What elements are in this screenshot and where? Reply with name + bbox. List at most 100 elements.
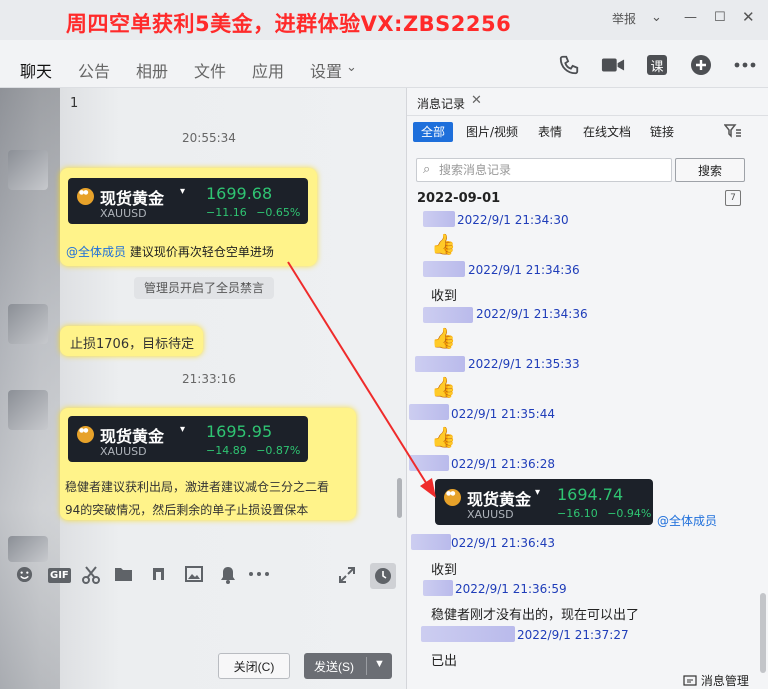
chevron-down-icon[interactable]: ⌄ [346, 60, 357, 75]
more-icon[interactable] [732, 52, 758, 78]
phone-icon[interactable] [556, 52, 582, 78]
report-button[interactable]: 举报 [612, 10, 636, 27]
sender-name-blurred [415, 356, 465, 372]
thumbs-up-icon: 👍 [431, 232, 456, 256]
gold-quote-card[interactable]: 现货黄金 ▾ XAUUSD 1694.74 −16.10 −0.94% [435, 479, 653, 525]
chat-scrollbar[interactable] [397, 478, 402, 518]
history-time: 022/9/1 21:35:44 [451, 407, 555, 421]
gif-icon[interactable]: GIF [48, 568, 71, 583]
chevron-down-icon[interactable]: ▼ [374, 658, 385, 670]
avatar[interactable] [8, 304, 48, 344]
history-text: 收到 [431, 289, 458, 304]
history-clock-icon[interactable] [370, 563, 396, 589]
maximize-button[interactable]: ☐ [714, 10, 726, 25]
quote-symbol: XAUUSD [100, 207, 147, 220]
timestamp: 20:55:34 [182, 131, 236, 145]
history-search-input[interactable]: ⌕ 搜索消息记录 [416, 158, 672, 182]
history-text: 收到 [431, 563, 458, 578]
history-time: 2022/9/1 21:34:36 [476, 307, 588, 321]
calendar-icon[interactable]: 7 [725, 190, 741, 206]
message-bubble[interactable]: 止损1706，目标待定 [60, 326, 203, 356]
tab-settings[interactable]: 设置 [310, 58, 342, 82]
message-text: @全体成员 建议现价再次轻仓空单进场 [66, 243, 274, 260]
add-icon[interactable] [688, 52, 714, 78]
lesson-label: 课 [650, 59, 664, 75]
close-window-button[interactable]: ✕ [742, 8, 755, 26]
image-icon[interactable] [185, 566, 203, 586]
close-chat-button[interactable]: 关闭(C) [218, 653, 290, 679]
chat-panel[interactable]: 1 20:55:34 现货黄金 ▾ XAUUSD 1699.68 −11.16 … [0, 88, 405, 689]
message-body: 建议现价再次轻仓空单进场 [129, 245, 274, 259]
gold-coin-icon [444, 489, 461, 506]
message-bubble[interactable]: 现货黄金 ▾ XAUUSD 1695.95 −14.89 −0.87% 稳健者建… [60, 408, 356, 520]
gold-quote-card[interactable]: 现货黄金 ▾ XAUUSD 1699.68 −11.16 −0.65% [68, 178, 308, 224]
history-time: 022/9/1 21:36:43 [451, 536, 555, 550]
caret-down-icon: ▾ [180, 424, 186, 435]
tab-files[interactable]: 文件 [194, 58, 226, 82]
quote-symbol: XAUUSD [467, 508, 514, 521]
history-time: 2022/9/1 21:36:59 [455, 582, 567, 596]
message-manager-label: 消息管理 [700, 674, 749, 688]
folder-icon[interactable] [114, 566, 133, 586]
close-history-icon[interactable]: ✕ [471, 93, 482, 108]
message-body: 94的突破情况，然后剩余的单子止损设置保本 [65, 503, 309, 517]
quote-symbol: XAUUSD [100, 445, 147, 458]
filter-docs[interactable]: 在线文档 [583, 122, 631, 142]
filter-all[interactable]: 全部 [413, 122, 454, 142]
title-bar: 周四空单获利5美金，进群体验VX:ZBS2256 举报 ⌄ — ☐ ✕ [0, 0, 768, 40]
history-date: 2022-09-01 [417, 191, 501, 206]
mention-all[interactable]: @全体成员 [66, 245, 126, 259]
gold-quote-card[interactable]: 现货黄金 ▾ XAUUSD 1695.95 −14.89 −0.87% [68, 416, 308, 462]
more-icon[interactable] [248, 566, 270, 586]
history-time: 2022/9/1 21:34:36 [468, 263, 580, 277]
nav-tools: 课 [556, 52, 758, 78]
tab-chat[interactable]: 聊天 [20, 58, 53, 94]
quote-price: 1699.68 [206, 184, 273, 203]
avatar[interactable] [8, 536, 48, 562]
filter-stickers[interactable]: 表情 [538, 122, 562, 142]
quote-price: 1694.74 [557, 485, 624, 504]
thumbs-up-icon: 👍 [431, 425, 456, 449]
history-time: 2022/9/1 21:35:33 [468, 357, 580, 371]
filter-links[interactable]: 链接 [650, 122, 674, 142]
history-text: 稳健者刚才没有出的，现在可以出了 [431, 608, 640, 623]
history-time: 022/9/1 21:36:28 [451, 457, 555, 471]
scissors-icon[interactable] [82, 566, 100, 588]
message-body: 止损1706，目标待定 [70, 337, 195, 352]
emoji-icon[interactable] [16, 566, 33, 587]
tab-announcements[interactable]: 公告 [78, 58, 110, 82]
bell-icon[interactable] [220, 566, 236, 588]
message-manager-link[interactable]: 消息管理 [683, 672, 749, 689]
history-time: 2022/9/1 21:34:30 [457, 213, 569, 227]
send-label: 发送(S) [314, 659, 354, 674]
filter-icon[interactable] [723, 124, 742, 142]
avatar[interactable] [8, 150, 48, 190]
filter-media[interactable]: 图片/视频 [466, 122, 518, 142]
chevron-down-icon[interactable]: ⌄ [651, 10, 662, 25]
nav-bar: 聊天 公告 相册 文件 应用 设置 ⌄ 课 [0, 40, 768, 94]
sender-name-blurred [423, 261, 465, 277]
history-scrollbar[interactable] [760, 593, 766, 673]
lesson-icon[interactable]: 课 [644, 52, 670, 78]
minimize-button[interactable]: — [684, 10, 697, 25]
sender-name-blurred [423, 307, 473, 323]
music-icon[interactable] [150, 566, 167, 587]
tab-album[interactable]: 相册 [136, 58, 168, 82]
watermark-text: 周四空单获利5美金，进群体验VX:ZBS2256 [66, 12, 512, 36]
send-button[interactable]: 发送(S) ▼ [304, 653, 392, 679]
avatar[interactable] [8, 390, 48, 430]
tab-apps[interactable]: 应用 [252, 58, 284, 82]
search-button[interactable]: 搜索 [675, 158, 745, 182]
sender-name-blurred [421, 626, 515, 642]
message-body: 稳健者建议获利出局，激进者建议减仓三分之二看 [65, 480, 330, 494]
video-icon[interactable] [600, 52, 626, 78]
expand-icon[interactable] [338, 566, 356, 588]
history-header: 消息记录 ✕ [407, 88, 768, 116]
mention-all[interactable]: @全体成员 [657, 512, 717, 529]
message-bubble[interactable]: 现货黄金 ▾ XAUUSD 1699.68 −11.16 −0.65% @全体成… [60, 168, 317, 266]
quote-price: 1695.95 [206, 422, 273, 441]
thumbs-up-icon: 👍 [431, 326, 456, 350]
search-placeholder: 搜索消息记录 [439, 163, 512, 177]
gold-coin-icon [77, 188, 94, 205]
search-icon: ⌕ [423, 162, 431, 177]
